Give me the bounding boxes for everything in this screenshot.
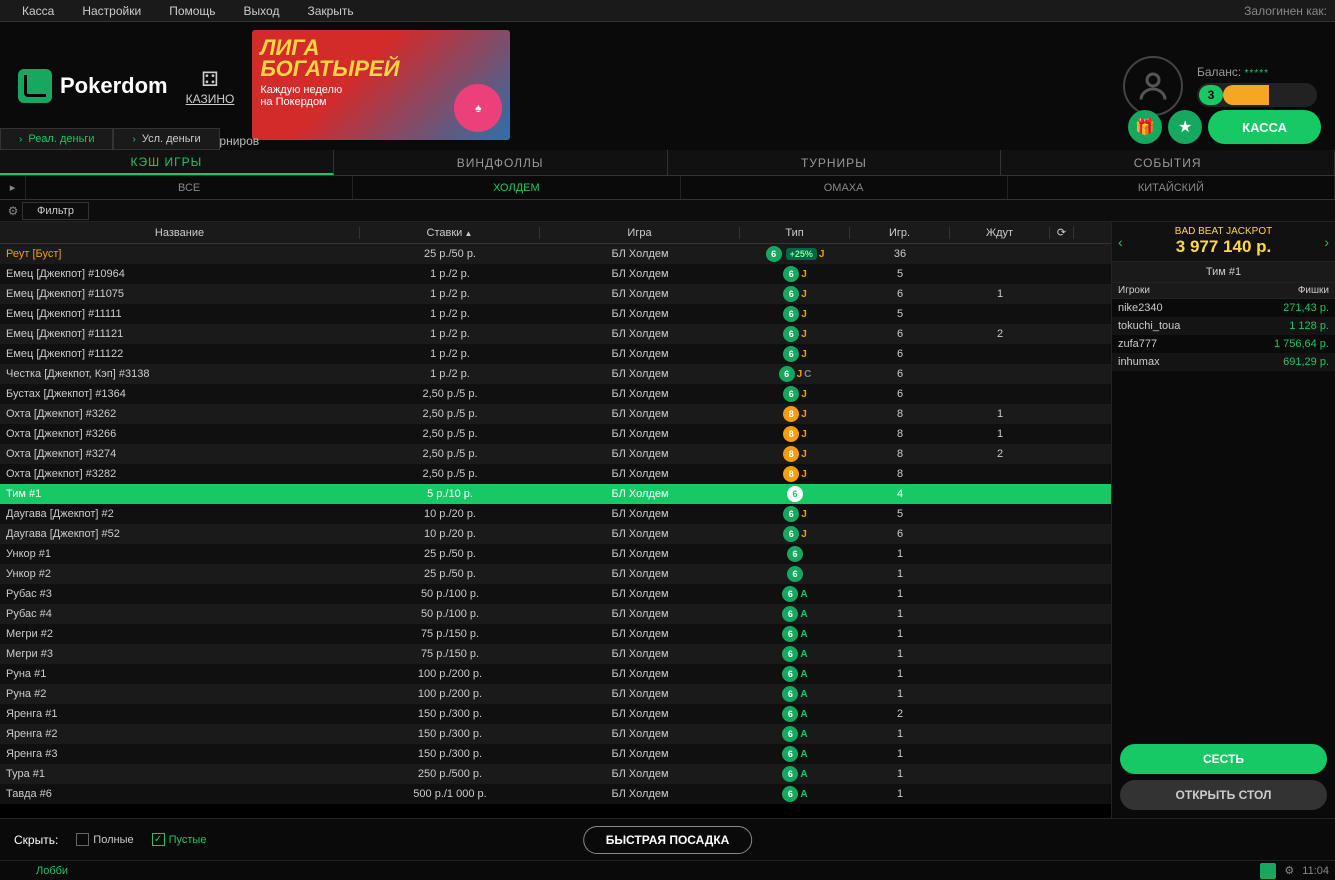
player-list: nike2340271,43 р.tokuchi_toua1 128 р.zuf… — [1112, 299, 1335, 736]
cashier-button[interactable]: КАССА — [1208, 110, 1321, 144]
menu-item[interactable]: Касса — [8, 4, 68, 18]
refresh-icon[interactable]: ⟳ — [1050, 226, 1074, 239]
table-row[interactable]: Охта [Джекпот] #3282 2,50 р./5 р. БЛ Хол… — [0, 464, 1111, 484]
player-row[interactable]: zufa7771 756,64 р. — [1112, 335, 1335, 353]
table-row[interactable]: Руна #2 100 р./200 р. БЛ Холдем 6 A 1 — [0, 684, 1111, 704]
table-row[interactable]: Яренга #3 150 р./300 р. БЛ Холдем 6 A 1 — [0, 744, 1111, 764]
main-tab[interactable]: СОБЫТИЯ — [1001, 150, 1335, 175]
table-row[interactable]: Даугава [Джекпот] #2 10 р./20 р. БЛ Холд… — [0, 504, 1111, 524]
open-table-button[interactable]: ОТКРЫТЬ СТОЛ — [1120, 780, 1327, 810]
menu-item[interactable]: Настройки — [68, 4, 155, 18]
table-row[interactable]: Яренга #2 150 р./300 р. БЛ Холдем 6 A 1 — [0, 724, 1111, 744]
table-row[interactable]: Охта [Джекпот] #3262 2,50 р./5 р. БЛ Хол… — [0, 404, 1111, 424]
logo-icon — [18, 69, 52, 103]
table-row[interactable]: Даугава [Джекпот] #52 10 р./20 р. БЛ Хол… — [0, 524, 1111, 544]
table-row[interactable]: Емец [Джекпот] #11111 1 р./2 р. БЛ Холде… — [0, 304, 1111, 324]
login-status: Залогинен как: — [1244, 4, 1327, 18]
table-row[interactable]: Ункор #1 25 р./50 р. БЛ Холдем 6 1 — [0, 544, 1111, 564]
clock: 11:04 — [1302, 865, 1329, 877]
gift-button[interactable]: 🎁 — [1128, 110, 1162, 144]
player-row[interactable]: inhumax691,29 р. — [1112, 353, 1335, 371]
table-row[interactable]: Мегри #2 75 р./150 р. БЛ Холдем 6 A 1 — [0, 624, 1111, 644]
tab-play-money[interactable]: ›Усл. деньги — [113, 128, 219, 150]
jackpot-banner[interactable]: ‹ BAD BEAT JACKPOT 3 977 140 р. › — [1112, 222, 1335, 262]
table-row[interactable]: Яренга #1 150 р./300 р. БЛ Холдем 6 A 2 — [0, 704, 1111, 724]
header: Pokerdom ⚃ КАЗИНО ЛИГАБОГАТЫРЕЙ Каждую н… — [0, 22, 1335, 150]
main-tabs: КЭШ ИГРЫВИНДФОЛЛЫТУРНИРЫСОБЫТИЯ — [0, 150, 1335, 176]
table-row[interactable]: Рубас #3 50 р./100 р. БЛ Холдем 6 A 1 — [0, 584, 1111, 604]
table-row[interactable]: Реут [Буст] 25 р./50 р. БЛ Холдем 6+25% … — [0, 244, 1111, 264]
table-row[interactable]: Емец [Джекпот] #11121 1 р./2 р. БЛ Холде… — [0, 324, 1111, 344]
spade-icon: ♠ — [454, 84, 502, 132]
avatar[interactable] — [1123, 56, 1183, 116]
table-row[interactable]: Тим #1 5 р./10 р. БЛ Холдем 6 4 — [0, 484, 1111, 504]
statusbar: Лобби ⚙ 11:04 — [0, 860, 1335, 880]
tab-real-money[interactable]: ›Реал. деньги — [0, 128, 113, 150]
status-icon[interactable] — [1260, 863, 1276, 879]
chevron-right-icon[interactable]: › — [1324, 234, 1329, 250]
menu-item[interactable]: Выход — [230, 4, 294, 18]
table-row[interactable]: Ункор #2 25 р./50 р. БЛ Холдем 6 1 — [0, 564, 1111, 584]
sit-button[interactable]: СЕСТЬ — [1120, 744, 1327, 774]
side-panel: ‹ BAD BEAT JACKPOT 3 977 140 р. › Тим #1… — [1111, 222, 1335, 818]
player-row[interactable]: nike2340271,43 р. — [1112, 299, 1335, 317]
money-tabs: ›Реал. деньги ›Усл. деньги — [0, 128, 220, 150]
fast-seat-button[interactable]: БЫСТРАЯ ПОСАДКА — [583, 826, 753, 854]
table-row[interactable]: Охта [Джекпот] #3266 2,50 р./5 р. БЛ Хол… — [0, 424, 1111, 444]
lobby-tab[interactable]: Лобби — [6, 865, 98, 877]
table-row[interactable]: Мегри #3 75 р./150 р. БЛ Холдем 6 A 1 — [0, 644, 1111, 664]
casino-link[interactable]: ⚃ КАЗИНО — [186, 67, 235, 106]
player-row[interactable]: tokuchi_toua1 128 р. — [1112, 317, 1335, 335]
sub-tab[interactable]: КИТАЙСКИЙ — [1008, 176, 1335, 199]
table-row[interactable]: Охта [Джекпот] #3274 2,50 р./5 р. БЛ Хол… — [0, 444, 1111, 464]
sub-tab[interactable]: ВСЕ — [26, 176, 353, 199]
side-title: Тим #1 — [1112, 262, 1335, 283]
sub-tabs: ▸ВСЕХОЛДЕМОМАХАКИТАЙСКИЙ — [0, 176, 1335, 200]
expand-icon[interactable]: ▸ — [0, 176, 26, 199]
filter-button[interactable]: Фильтр — [22, 202, 89, 220]
table-row[interactable]: Рубас #4 50 р./100 р. БЛ Холдем 6 A 1 — [0, 604, 1111, 624]
sub-tab[interactable]: ОМАХА — [681, 176, 1008, 199]
gear-icon[interactable]: ⚙ — [4, 204, 22, 218]
promo-banner[interactable]: ЛИГАБОГАТЫРЕЙ Каждую неделюна Покердом ♠ — [252, 30, 510, 140]
main-tab[interactable]: ВИНДФОЛЛЫ — [334, 150, 668, 175]
table-row[interactable]: Честка [Джекпот, Кэп] #3138 1 р./2 р. БЛ… — [0, 364, 1111, 384]
table-row[interactable]: Тавда #6 500 р./1 000 р. БЛ Холдем 6 A 1 — [0, 784, 1111, 804]
menubar: КассаНастройкиПомощьВыходЗакрыть Залогин… — [0, 0, 1335, 22]
bottom-bar: Скрыть: Полные Пустые БЫСТРАЯ ПОСАДКА — [0, 818, 1335, 860]
checkbox-full[interactable]: Полные — [76, 833, 133, 846]
logo[interactable]: Pokerdom — [18, 69, 168, 103]
table-row[interactable]: Емец [Джекпот] #11075 1 р./2 р. БЛ Холде… — [0, 284, 1111, 304]
dice-icon: ⚃ — [186, 67, 235, 92]
table-row[interactable]: Руна #1 100 р./200 р. БЛ Холдем 6 A 1 — [0, 664, 1111, 684]
menu-item[interactable]: Помощь — [155, 4, 229, 18]
table-row[interactable]: Тура #1 250 р./500 р. БЛ Холдем 6 A 1 — [0, 764, 1111, 784]
table-header: Название Ставки Игра Тип Игр. Ждут ⟳ — [0, 222, 1111, 244]
gear-icon[interactable]: ⚙ — [1284, 864, 1294, 877]
sub-tab[interactable]: ХОЛДЕМ — [353, 176, 680, 199]
balance-bar[interactable]: 3 — [1197, 83, 1317, 107]
menu-item[interactable]: Закрыть — [293, 4, 367, 18]
main-tab[interactable]: КЭШ ИГРЫ — [0, 150, 334, 175]
table-row[interactable]: Емец [Джекпот] #10964 1 р./2 р. БЛ Холде… — [0, 264, 1111, 284]
table-row[interactable]: Бустах [Джекпот] #1364 2,50 р./5 р. БЛ Х… — [0, 384, 1111, 404]
balance-label: Баланс: — [1197, 65, 1241, 79]
table-body: Реут [Буст] 25 р./50 р. БЛ Холдем 6+25% … — [0, 244, 1111, 818]
table-row[interactable]: Емец [Джекпот] #11122 1 р./2 р. БЛ Холде… — [0, 344, 1111, 364]
checkbox-empty[interactable]: Пустые — [152, 833, 207, 846]
main-tab[interactable]: ТУРНИРЫ — [668, 150, 1002, 175]
chevron-left-icon[interactable]: ‹ — [1118, 234, 1123, 250]
star-button[interactable]: ★ — [1168, 110, 1202, 144]
